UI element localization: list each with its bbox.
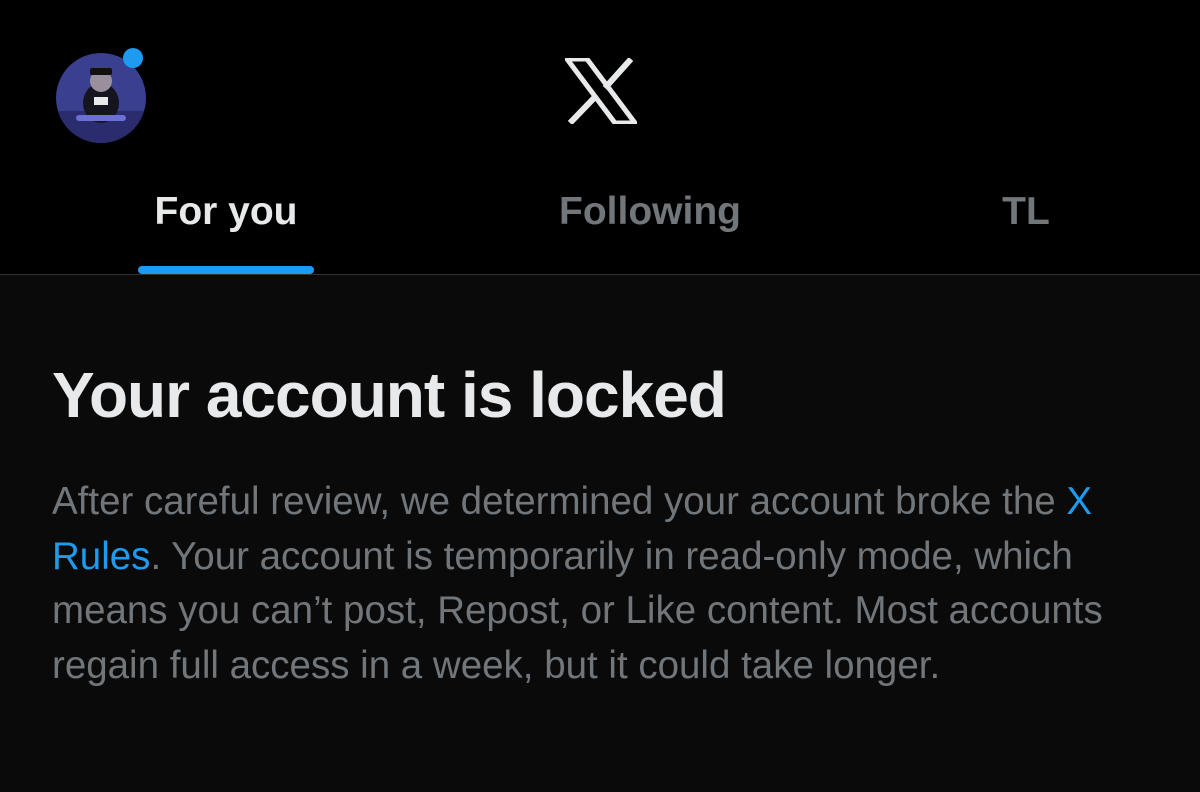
tab-following[interactable]: Following (530, 170, 770, 274)
tab-tl-label: TL (1002, 190, 1050, 233)
active-tab-indicator (138, 266, 314, 274)
notice-body: After careful review, we determined your… (52, 475, 1172, 693)
notice-body-start: After careful review, we determined your… (52, 480, 1067, 523)
tab-following-label: Following (559, 190, 741, 233)
notice-body-end: . Your account is temporarily in read-on… (52, 534, 1103, 687)
x-logo-svg (562, 56, 640, 126)
notification-dot (123, 48, 143, 68)
tab-for-you-label: For you (154, 190, 298, 233)
notice-title: Your account is locked (52, 359, 727, 431)
account-locked-notice: Your account is locked After careful rev… (0, 275, 1200, 792)
timeline-tabs: For you Following TL (0, 170, 1200, 274)
tab-tl[interactable]: TL (980, 170, 1072, 274)
top-header: For you Following TL (0, 0, 1200, 275)
x-logo-icon[interactable] (562, 56, 640, 126)
tab-for-you[interactable]: For you (126, 170, 326, 274)
